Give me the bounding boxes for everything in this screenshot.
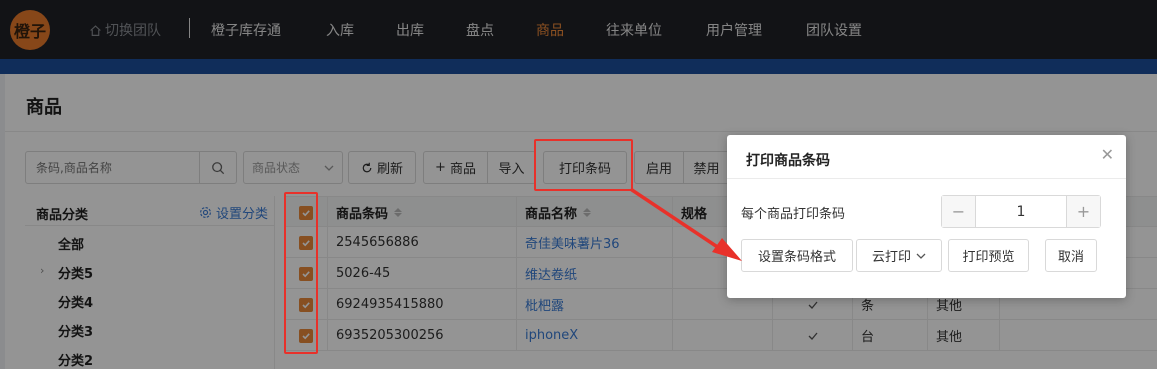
cloud-print-button[interactable]: 云打印 <box>856 239 942 272</box>
close-icon[interactable]: ✕ <box>1101 145 1114 164</box>
print-preview-button[interactable]: 打印预览 <box>948 239 1029 272</box>
chevron-down-icon <box>916 253 926 259</box>
increment-button[interactable]: + <box>1067 196 1100 227</box>
checkbox-column-highlight <box>284 192 318 354</box>
barcode-format-button[interactable]: 设置条码格式 <box>741 239 853 272</box>
dialog-divider <box>727 178 1126 179</box>
cancel-button[interactable]: 取消 <box>1045 239 1097 272</box>
dialog-title: 打印商品条码 <box>746 153 830 169</box>
decrement-button[interactable]: − <box>942 196 975 227</box>
print-barcode-dialog: 打印商品条码 ✕ 每个商品打印条码 − 1 + 设置条码格式 云打印 打印预览 … <box>727 135 1126 298</box>
quantity-input[interactable]: 1 <box>975 196 1067 227</box>
print-quantity-label: 每个商品打印条码 <box>741 207 846 222</box>
cloud-print-label: 云打印 <box>871 250 911 265</box>
quantity-stepper: − 1 + <box>941 195 1101 228</box>
print-barcode-highlight <box>534 139 633 191</box>
